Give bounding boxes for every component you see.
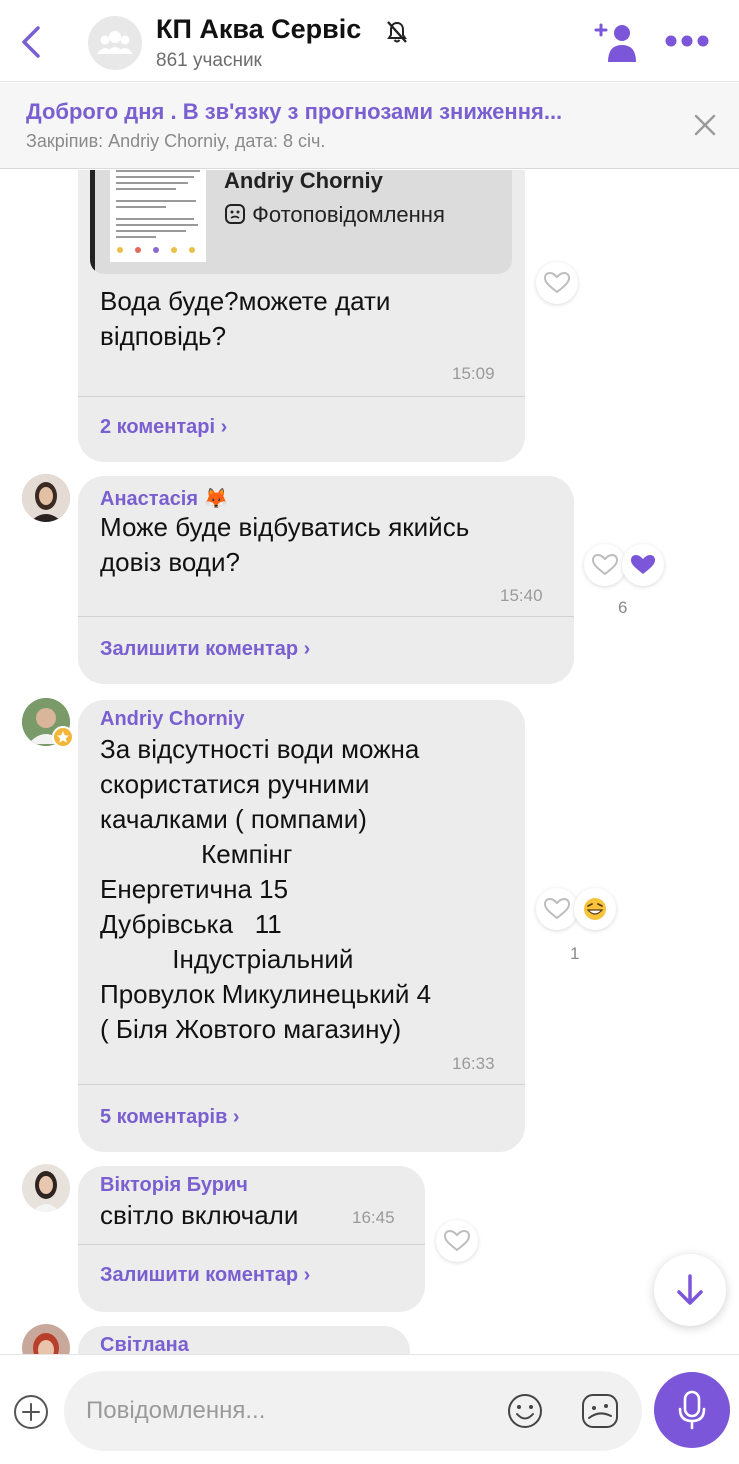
pinned-message-text: Доброго дня . В зв'язку з прогнозами зни… (26, 99, 563, 124)
chat-header: КП Аква Сервіс 861 учасник (0, 0, 739, 82)
reply-type: Фотоповідомлення (224, 202, 445, 228)
message-text-line: Може буде відбуватись якийсь (100, 512, 470, 542)
emoji-icon[interactable] (506, 1392, 544, 1430)
message-time: 16:45 (352, 1208, 395, 1227)
pinned-message[interactable]: Доброго дня . В зв'язку з прогнозами зни… (0, 83, 739, 169)
message-text-line: відповідь? (100, 321, 227, 351)
like-button[interactable] (584, 544, 626, 586)
like-button[interactable] (436, 1220, 478, 1262)
avatar-svitlana[interactable] (22, 1324, 70, 1354)
message-time: 15:09 (452, 364, 495, 383)
group-avatar[interactable] (88, 16, 142, 70)
photo-icon (225, 204, 245, 224)
message-bubble[interactable]: Анастасія 🦊 Може буде відбуватись якийсь… (78, 476, 574, 684)
message-text-line: Вода буде?можете дати (100, 286, 391, 316)
microphone-icon (678, 1390, 706, 1430)
pinned-message-meta: Закріпив: Andriy Chorniy, дата: 8 січ. (26, 131, 326, 151)
plus-attach-icon[interactable] (12, 1393, 50, 1431)
heart-outline-icon (543, 897, 571, 920)
reply-type-label: Фотоповідомлення (252, 202, 445, 227)
avatar-anastasia[interactable] (22, 474, 70, 522)
message-bubble[interactable]: Andriy Chorniy За відсутності води можна… (78, 700, 525, 1152)
message-text-line: довіз води? (100, 547, 240, 577)
message-bubble[interactable]: Andriy Chorniy Фотоповідомлення Вода буд… (78, 170, 525, 462)
heart-filled-icon (631, 555, 655, 574)
message-text-line: Енергетична 15 (100, 874, 289, 904)
scroll-to-bottom-button[interactable] (654, 1254, 726, 1326)
leave-comment-link[interactable]: Залишити коментар › (100, 638, 310, 661)
message-composer (0, 1354, 739, 1464)
back-arrow-icon[interactable] (14, 22, 48, 62)
laughing-emoji-icon (584, 898, 606, 920)
message-list[interactable]: Andriy Chorniy Фотоповідомлення Вода буд… (0, 170, 739, 1354)
mute-bell-icon (387, 21, 407, 43)
message-text-line: світло включали (100, 1200, 299, 1230)
close-pinned-icon[interactable] (690, 110, 720, 140)
reply-photo-thumbnail (110, 170, 206, 262)
sender-name[interactable]: Andriy Chorniy (100, 708, 244, 731)
message-text-line: Індустріальний (100, 944, 354, 974)
sender-name[interactable]: Анастасія 🦊 (100, 486, 229, 511)
add-member-icon[interactable] (594, 20, 640, 64)
reaction-badge[interactable] (574, 888, 616, 930)
comment-divider (78, 616, 574, 617)
reply-preview[interactable]: Andriy Chorniy Фотоповідомлення (90, 170, 512, 274)
like-button[interactable] (536, 888, 578, 930)
heart-outline-icon (543, 271, 571, 294)
heart-outline-icon (591, 553, 619, 576)
message-input-wrapper (64, 1371, 642, 1451)
member-count: 861 учасник (156, 50, 262, 71)
message-input[interactable] (86, 1393, 486, 1429)
reaction-count: 6 (618, 598, 628, 617)
message-text-line: Кемпінг (100, 839, 293, 869)
voice-message-button[interactable] (654, 1372, 730, 1448)
heart-outline-icon (443, 1229, 471, 1252)
reply-author: Andriy Chorniy (224, 170, 383, 193)
avatar-viktoria-buruch[interactable] (22, 1164, 70, 1212)
comments-link[interactable]: 2 коментарі › (100, 416, 227, 439)
reaction-count: 1 (570, 944, 580, 963)
message-bubble[interactable]: Світлана (78, 1326, 410, 1354)
leave-comment-link[interactable]: Залишити коментар › (100, 1264, 310, 1287)
comments-link[interactable]: 5 коментарів › (100, 1106, 240, 1129)
arrow-down-icon (677, 1274, 703, 1305)
chat-title[interactable]: КП Аква Сервіс (156, 14, 361, 45)
comment-divider (78, 1244, 425, 1245)
comment-divider (78, 1084, 525, 1085)
message-time: 16:33 (452, 1054, 495, 1073)
comment-divider (78, 396, 525, 397)
sticker-icon[interactable] (580, 1392, 620, 1430)
message-text-line: Дубрівська 11 (100, 909, 282, 939)
admin-star-icon (52, 726, 74, 748)
sender-name[interactable]: Світлана (100, 1334, 189, 1354)
message-text-line: качалками ( помпами) (100, 804, 367, 834)
message-text-line: ( Біля Жовтого магазину) (100, 1014, 402, 1044)
message-text-line: За відсутності води можна (100, 734, 420, 764)
reaction-badge[interactable] (622, 544, 664, 586)
group-people-icon (97, 31, 133, 54)
message-text-line: Провулок Микулинецький 4 (100, 979, 432, 1009)
message-text-line: скористатися ручними (100, 769, 370, 799)
more-options-icon[interactable] (664, 30, 710, 52)
reply-quote-bar (90, 170, 95, 274)
like-button[interactable] (536, 262, 578, 304)
avatar-andriy-chorniy[interactable] (22, 698, 74, 748)
message-time: 15:40 (500, 586, 543, 605)
sender-name[interactable]: Вікторія Бурич (100, 1174, 248, 1197)
message-bubble[interactable]: Вікторія Бурич світло включали 16:45 Зал… (78, 1166, 425, 1312)
